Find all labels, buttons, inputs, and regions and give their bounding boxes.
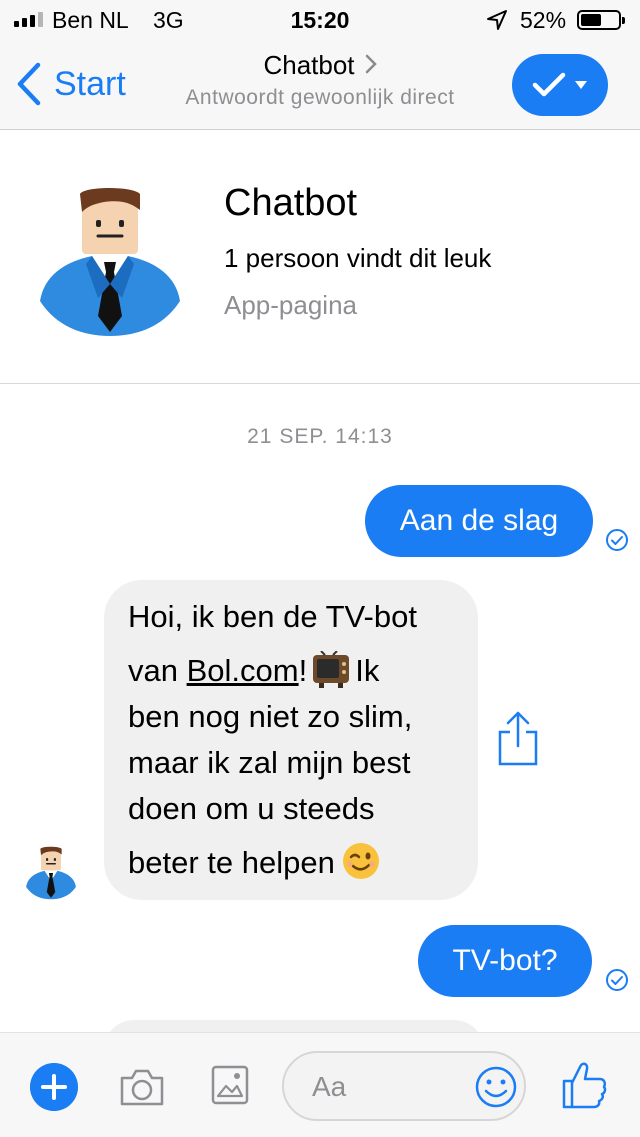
battery-percentage: 52% bbox=[520, 7, 567, 33]
message-text: TV-bot? bbox=[452, 944, 558, 977]
user-message-bubble[interactable]: TV-bot? bbox=[418, 925, 592, 997]
title-text: Chatbot bbox=[263, 50, 355, 80]
chevron-right-icon bbox=[365, 50, 377, 81]
message-line: van Bol.com! Ik bbox=[128, 648, 456, 694]
thumbs-up-icon[interactable] bbox=[560, 1059, 608, 1111]
page-likes: 1 persoon vindt dit leuk bbox=[224, 243, 492, 273]
page-profile-header: Chatbot 1 persoon vindt dit leuk App-pag… bbox=[0, 130, 640, 384]
message-text: Aan de slag bbox=[399, 504, 559, 537]
navigation-bar: Start Chatbot Antwoordt gewoonlijk direc… bbox=[0, 40, 640, 130]
message-text: van bbox=[128, 653, 187, 688]
page-name: Chatbot bbox=[224, 182, 358, 224]
camera-icon[interactable] bbox=[118, 1066, 166, 1108]
battery-icon bbox=[577, 10, 625, 30]
television-emoji-icon bbox=[313, 651, 350, 688]
chat-timestamp: 21 SEP. 14:13 bbox=[247, 425, 393, 448]
message-line: maar ik zal mijn best bbox=[128, 745, 411, 780]
image-icon[interactable] bbox=[210, 1064, 250, 1106]
page-type: App-pagina bbox=[224, 290, 357, 320]
share-icon[interactable] bbox=[496, 710, 540, 768]
caret-down-icon bbox=[575, 81, 587, 89]
message-line: doen om u steeds bbox=[128, 791, 375, 826]
bot-message-bubble[interactable]: Hoi, ik ben de TV-bot van Bol.com! Ik be… bbox=[104, 580, 478, 900]
plus-icon[interactable] bbox=[30, 1063, 78, 1111]
message-line: ben nog niet zo slim, bbox=[128, 699, 413, 734]
message-composer: Aa bbox=[0, 1032, 640, 1137]
message-text: ! bbox=[298, 653, 308, 688]
done-dropdown-button[interactable] bbox=[512, 54, 608, 116]
message-text: beter te helpen bbox=[128, 845, 335, 880]
message-line: Hoi, ik ben de TV-bot bbox=[128, 599, 417, 634]
message-input[interactable]: Aa bbox=[282, 1051, 526, 1121]
winking-face-emoji-icon bbox=[342, 843, 379, 879]
location-arrow-icon bbox=[487, 10, 507, 30]
check-circle-icon bbox=[606, 969, 628, 991]
check-circle-icon bbox=[606, 529, 628, 551]
checkmark-icon bbox=[532, 72, 566, 97]
bot-avatar[interactable] bbox=[34, 186, 186, 338]
message-input-placeholder: Aa bbox=[312, 1071, 347, 1102]
status-bar: Ben NL 3G 15:20 52% bbox=[0, 0, 640, 40]
message-text: Ik bbox=[355, 653, 380, 688]
smiley-icon[interactable] bbox=[474, 1065, 518, 1109]
message-line: beter te helpen bbox=[128, 840, 456, 886]
bot-avatar-small[interactable] bbox=[24, 846, 78, 900]
user-message-bubble[interactable]: Aan de slag bbox=[365, 485, 593, 557]
bol-com-link[interactable]: Bol.com bbox=[187, 653, 299, 688]
